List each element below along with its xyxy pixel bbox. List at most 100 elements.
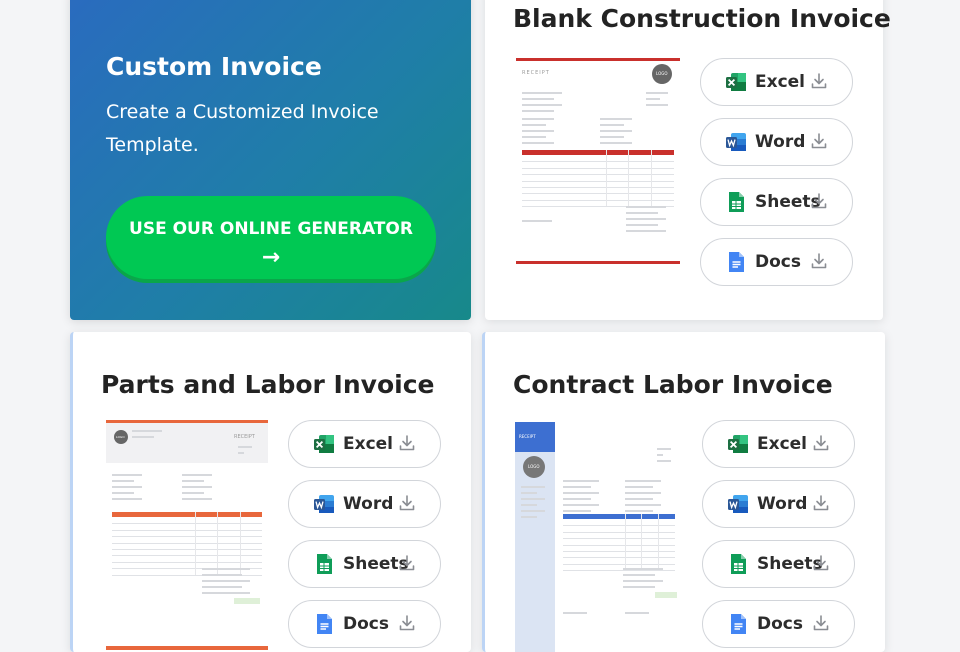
card-title: Parts and Labor Invoice bbox=[101, 370, 435, 399]
download-word-button[interactable]: Word bbox=[702, 480, 855, 528]
text-line bbox=[657, 460, 671, 462]
logo-circle: LOGO bbox=[652, 64, 672, 84]
accent-bar-bottom bbox=[106, 646, 268, 650]
text-line bbox=[521, 516, 537, 518]
text-line bbox=[521, 492, 537, 494]
text-line bbox=[623, 586, 655, 588]
download-sheets-button[interactable]: Sheets bbox=[288, 540, 441, 588]
download-word-button[interactable]: Word bbox=[700, 118, 853, 166]
download-excel-button[interactable]: Excel bbox=[702, 420, 855, 468]
text-line bbox=[112, 474, 142, 476]
text-line bbox=[563, 504, 599, 506]
docs-icon bbox=[727, 613, 749, 635]
logo-circle: LOGO bbox=[523, 456, 545, 478]
text-line bbox=[625, 612, 649, 614]
text-line bbox=[182, 474, 212, 476]
text-line bbox=[202, 568, 250, 570]
download-icon bbox=[811, 493, 831, 513]
button-label: Docs bbox=[757, 614, 803, 634]
download-excel-button[interactable]: Excel bbox=[288, 420, 441, 468]
invoice-thumbnail[interactable]: LOGO RECEIPT bbox=[106, 420, 268, 650]
text-line bbox=[600, 142, 632, 144]
word-icon bbox=[725, 131, 747, 153]
download-docs-button[interactable]: Docs bbox=[288, 600, 441, 648]
invoice-thumbnail[interactable]: RECEIPT LOGO bbox=[516, 58, 680, 276]
text-line bbox=[202, 574, 242, 576]
thumb-heading: RECEIPT bbox=[234, 434, 255, 440]
text-line bbox=[522, 110, 554, 112]
thumb-heading: RECEIPT bbox=[522, 70, 550, 76]
text-line bbox=[563, 498, 591, 500]
text-line bbox=[112, 498, 142, 500]
download-docs-button[interactable]: Docs bbox=[700, 238, 853, 286]
text-line bbox=[112, 492, 134, 494]
text-line bbox=[522, 98, 554, 100]
text-line bbox=[625, 486, 653, 488]
table-col-line bbox=[641, 514, 643, 571]
button-label: Excel bbox=[343, 434, 394, 454]
text-line bbox=[646, 104, 668, 106]
text-line bbox=[600, 136, 624, 138]
text-line bbox=[625, 492, 661, 494]
text-line bbox=[623, 568, 663, 570]
download-icon bbox=[809, 251, 829, 271]
arrow-right-icon: → bbox=[261, 244, 281, 270]
text-line bbox=[600, 130, 632, 132]
template-card-parts-labor: Parts and Labor Invoice LOGO RECEIPT Exce… bbox=[70, 332, 471, 652]
text-line bbox=[522, 124, 546, 126]
text-line bbox=[623, 574, 655, 576]
download-icon bbox=[397, 433, 417, 453]
text-line bbox=[522, 92, 562, 94]
text-line bbox=[600, 124, 624, 126]
text-line bbox=[625, 480, 661, 482]
template-card-blank-construction: Blank Construction Invoice RECEIPT LOGO E… bbox=[485, 0, 891, 320]
download-word-button[interactable]: Word bbox=[288, 480, 441, 528]
download-sheets-button[interactable]: Sheets bbox=[702, 540, 855, 588]
text-line bbox=[182, 486, 212, 488]
text-line bbox=[625, 504, 661, 506]
text-line bbox=[626, 224, 658, 226]
text-line bbox=[626, 218, 666, 220]
table-col-line bbox=[194, 512, 196, 575]
button-label: Docs bbox=[343, 614, 389, 634]
online-generator-button[interactable]: USE OUR ONLINE GENERATOR → bbox=[106, 196, 436, 279]
download-icon bbox=[811, 553, 831, 573]
text-line bbox=[522, 118, 554, 120]
download-sheets-button[interactable]: Sheets bbox=[700, 178, 853, 226]
balance-due-box bbox=[655, 592, 677, 598]
table-row-line bbox=[563, 570, 675, 572]
text-line bbox=[522, 130, 554, 132]
button-label: Docs bbox=[755, 252, 801, 272]
download-icon bbox=[809, 71, 829, 91]
text-line bbox=[521, 510, 545, 512]
text-line bbox=[182, 498, 212, 500]
invoice-thumbnail[interactable]: RECEIPT LOGO bbox=[515, 422, 680, 652]
card-title: Blank Construction Invoice bbox=[513, 4, 891, 33]
table-col-line bbox=[239, 512, 241, 575]
download-icon bbox=[811, 433, 831, 453]
download-icon bbox=[811, 613, 831, 633]
sheets-icon bbox=[727, 553, 749, 575]
text-line bbox=[112, 480, 134, 482]
promo-title: Custom Invoice bbox=[106, 52, 322, 81]
text-line bbox=[521, 504, 537, 506]
download-docs-button[interactable]: Docs bbox=[702, 600, 855, 648]
text-line bbox=[202, 580, 250, 582]
download-icon bbox=[397, 613, 417, 633]
excel-icon bbox=[725, 71, 747, 93]
docs-icon bbox=[313, 613, 335, 635]
download-excel-button[interactable]: Excel bbox=[700, 58, 853, 106]
text-line bbox=[522, 104, 562, 106]
text-line bbox=[521, 498, 545, 500]
table-col-line bbox=[628, 150, 630, 207]
card-title: Contract Labor Invoice bbox=[513, 370, 833, 399]
text-line bbox=[563, 612, 587, 614]
text-line bbox=[182, 480, 204, 482]
text-line bbox=[132, 430, 162, 432]
text-line bbox=[600, 118, 632, 120]
table-col-line bbox=[658, 514, 660, 571]
docs-icon bbox=[725, 251, 747, 273]
custom-invoice-promo: Custom Invoice Create a Customized Invoi… bbox=[70, 0, 471, 320]
table-col-line bbox=[624, 514, 626, 571]
table-col-line bbox=[605, 150, 607, 207]
